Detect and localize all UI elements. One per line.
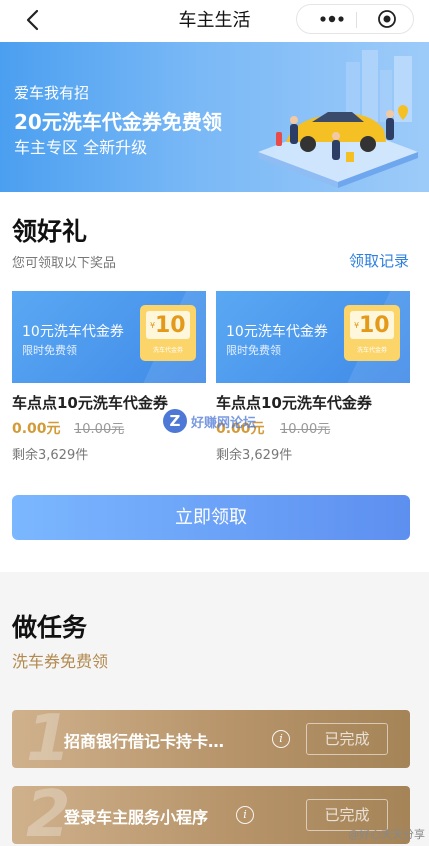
banner-headline: 20元洗车代金券免费领 xyxy=(14,110,222,134)
task-heading: 做任务 xyxy=(12,613,88,642)
weibo-watermark: @好心天天分享 xyxy=(348,828,425,841)
gift-original-price-1: 10.00元 xyxy=(74,422,125,437)
banner-subline: 车主专区 全新升级 xyxy=(14,138,148,157)
claim-record-link[interactable]: 领取记录 xyxy=(349,250,409,271)
info-icon[interactable]: i xyxy=(236,806,254,824)
promo-banner[interactable]: 爱车我有招 20元洗车代金券免费领 车主专区 全新升级 xyxy=(0,42,429,192)
card-subtitle: 限时免费领 xyxy=(22,344,77,357)
task-title: 登录车主服务小程序 xyxy=(64,808,209,827)
task-status-button[interactable]: 已完成 xyxy=(306,723,388,755)
card-title: 10元洗车代金券 xyxy=(226,324,328,340)
gift-remaining-2: 剩余3,629件 xyxy=(216,448,293,463)
gift-card-2[interactable]: 10元洗车代金券 限时免费领 ¥ 10 洗车代金券 xyxy=(216,291,410,383)
coupon-icon: ¥ 10 洗车代金券 xyxy=(140,305,196,361)
claim-now-button[interactable]: 立即领取 xyxy=(12,495,410,540)
gift-name-1: 车点点10元洗车代金券 xyxy=(12,394,168,412)
gift-remaining-1: 剩余3,629件 xyxy=(12,448,89,463)
coupon-value: 10 xyxy=(359,313,390,338)
task-subheading: 洗车券免费领 xyxy=(12,652,109,671)
coupon-value: 10 xyxy=(155,313,186,338)
card-subtitle: 限时免费领 xyxy=(226,344,281,357)
card-title: 10元洗车代金券 xyxy=(22,324,124,340)
coupon-caption: 洗车代金券 xyxy=(152,347,183,354)
top-nav-bar: 车主生活 xyxy=(0,0,429,40)
banner-tagline: 爱车我有招 xyxy=(14,84,90,102)
mini-program-capsule xyxy=(296,4,414,34)
forum-watermark-text: 好赚网论坛 xyxy=(191,416,257,431)
car-wash-illustration xyxy=(258,50,418,188)
close-mini-program-icon[interactable] xyxy=(377,9,397,29)
forum-logo-icon: Z xyxy=(163,409,187,433)
info-icon[interactable]: i xyxy=(272,730,290,748)
gift-price-1: 0.00元 xyxy=(12,421,61,437)
gift-subheading: 您可领取以下奖品 xyxy=(12,256,117,271)
capsule-divider xyxy=(356,12,357,28)
coupon-icon: ¥ 10 洗车代金券 xyxy=(344,305,400,361)
gift-card-1[interactable]: 10元洗车代金券 限时免费领 ¥ 10 洗车代金券 xyxy=(12,291,206,383)
gift-heading: 领好礼 xyxy=(12,217,88,246)
more-icon[interactable] xyxy=(319,11,345,27)
task-item-1[interactable]: 1 招商银行借记卡持卡… i 已完成 xyxy=(12,710,410,768)
forum-watermark: Z 好赚网论坛 xyxy=(163,409,273,435)
task-title: 招商银行借记卡持卡… xyxy=(64,732,225,751)
gift-original-price-2: 10.00元 xyxy=(280,422,331,437)
coupon-caption: 洗车代金券 xyxy=(356,347,387,354)
